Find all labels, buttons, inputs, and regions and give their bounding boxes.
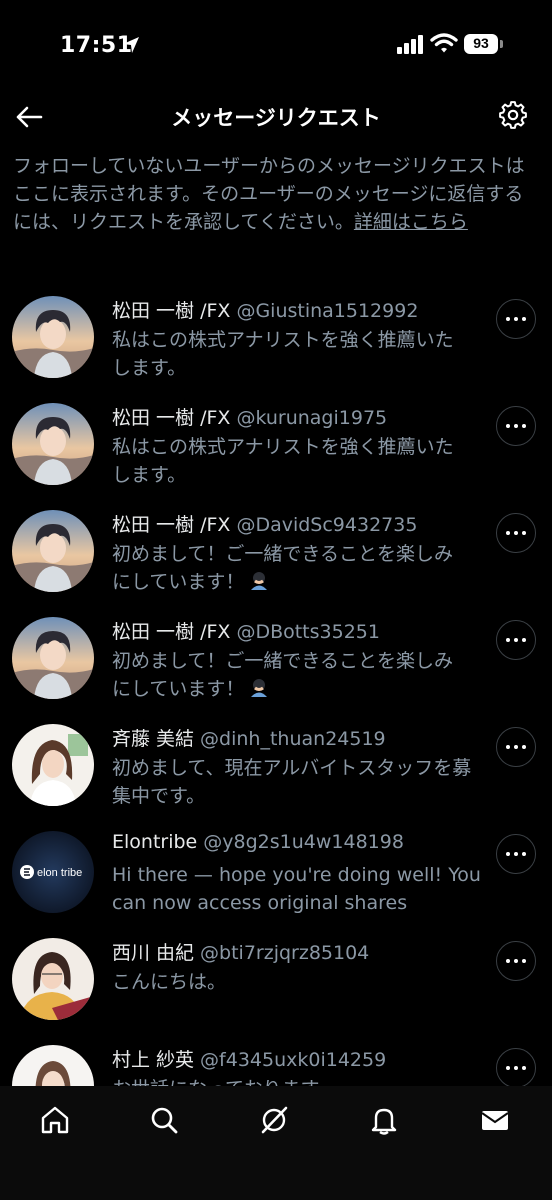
request-row[interactable]: 斉藤 美結 @dinh_thuan24519 初めまして、現在アルバイトスタッフを… — [0, 716, 552, 823]
request-list: 松田 一樹 /FX @Giustina1512992 私はこの株式アナリストを強く… — [0, 288, 552, 1144]
page-title: メッセージリクエスト — [171, 106, 381, 130]
battery-indicator: 93 — [464, 34, 503, 54]
more-options-button[interactable] — [496, 513, 536, 553]
avatar[interactable] — [12, 403, 94, 485]
avatar[interactable] — [12, 617, 94, 699]
avatar[interactable] — [12, 510, 94, 592]
message-text: 初めまして！ご一緒できることを楽しみにしています！ — [112, 650, 454, 700]
message-preview: Hi there — hope you're doing well! You c… — [112, 864, 481, 914]
message-preview: こんにちは。 — [112, 971, 227, 993]
settings-gear-icon[interactable] — [498, 100, 528, 130]
message-preview: 私はこの株式アナリストを強く推薦いたします。 — [112, 436, 454, 486]
sender-handle: @bti7rzjqrz85104 — [200, 942, 370, 964]
wifi-icon — [430, 33, 458, 53]
request-row[interactable]: 松田 一樹 /FX @DBotts35251 初めまして！ご一緒できることを楽しみ… — [0, 609, 552, 716]
message-preview: 私はこの株式アナリストを強く推薦いたします。 — [112, 329, 454, 379]
avatar[interactable] — [12, 938, 94, 1020]
request-row[interactable]: 松田 一樹 /FX @kurunagi1975 私はこの株式アナリストを強く推薦い… — [0, 395, 552, 502]
request-row[interactable]: 松田 一樹 /FX @Giustina1512992 私はこの株式アナリストを強く… — [0, 288, 552, 395]
sender-handle: @dinh_thuan24519 — [200, 728, 386, 750]
sender-name: 松田 一樹 /FX — [112, 407, 231, 429]
top-bar: メッセージリクエスト — [0, 90, 552, 146]
sender-handle: @y8g2s1u4w148198 — [203, 831, 404, 853]
more-options-button[interactable] — [496, 941, 536, 981]
sender-name: 斉藤 美結 — [112, 728, 195, 750]
sender-handle: @kurunagi1975 — [236, 407, 388, 429]
sender-name: 松田 一樹 /FX — [112, 514, 231, 536]
search-icon[interactable] — [148, 1104, 180, 1136]
sender-name: 松田 一樹 /FX — [112, 621, 231, 643]
location-arrow-icon — [123, 37, 139, 53]
status-bar: 17:51 93 — [0, 0, 552, 90]
request-row[interactable]: 西川 由紀 @bti7rzjqrz85104 こんにちは。 — [0, 930, 552, 1037]
sender-name: 松田 一樹 /FX — [112, 300, 231, 322]
sender-handle: @DavidSc9432735 — [236, 514, 418, 536]
avatar[interactable] — [12, 296, 94, 378]
elon-tribe-logo: elon tribe — [37, 867, 82, 879]
bottom-navigation — [0, 1086, 552, 1200]
notifications-icon[interactable] — [368, 1104, 400, 1136]
avatar[interactable]: elon tribe — [12, 831, 94, 913]
messages-icon[interactable] — [479, 1104, 511, 1136]
more-options-button[interactable] — [496, 1048, 536, 1088]
request-row[interactable]: elon tribe Elontribe @y8g2s1u4w148198 Hi … — [0, 823, 552, 930]
sender-handle: @DBotts35251 — [236, 621, 380, 643]
cellular-signal-icon — [397, 35, 423, 54]
grok-icon[interactable] — [258, 1104, 290, 1136]
request-row[interactable]: 松田 一樹 /FX @DavidSc9432735 初めまして！ご一緒できることを… — [0, 502, 552, 609]
message-text: 初めまして！ご一緒できることを楽しみにしています！ — [112, 543, 454, 593]
bowing-person-emoji-icon — [251, 679, 268, 697]
battery-percent: 93 — [473, 35, 489, 51]
sender-name: 西川 由紀 — [112, 942, 195, 964]
sender-name: 村上 紗英 — [112, 1049, 195, 1071]
more-options-button[interactable] — [496, 834, 536, 874]
bowing-person-emoji-icon — [251, 572, 268, 590]
sender-name: Elontribe — [112, 831, 198, 853]
sender-handle: @Giustina1512992 — [236, 300, 419, 322]
more-options-button[interactable] — [496, 727, 536, 767]
request-info: フォローしていないユーザーからのメッセージリクエストはここに表示されます。そのユ… — [13, 152, 538, 236]
avatar[interactable] — [12, 724, 94, 806]
message-preview: 初めまして、現在アルバイトスタッフを募集中です。 — [112, 757, 472, 807]
more-options-button[interactable] — [496, 299, 536, 339]
learn-more-link[interactable]: 詳細はこちら — [354, 211, 468, 233]
message-preview: 初めまして！ご一緒できることを楽しみにしています！ — [112, 540, 472, 596]
sender-handle: @f4345uxk0i14259 — [200, 1049, 387, 1071]
message-preview: 初めまして！ご一緒できることを楽しみにしています！ — [112, 647, 472, 703]
home-icon[interactable] — [39, 1104, 71, 1136]
more-options-button[interactable] — [496, 620, 536, 660]
more-options-button[interactable] — [496, 406, 536, 446]
